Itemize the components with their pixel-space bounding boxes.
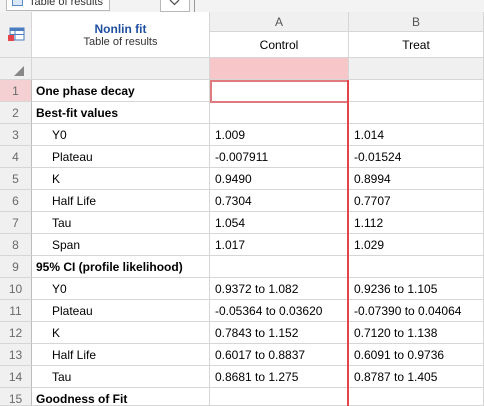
header-corner <box>0 12 32 58</box>
cell-a[interactable]: 1.009 <box>210 124 349 146</box>
cell-b[interactable]: -0.07390 to 0.04064 <box>349 300 484 322</box>
column-title-b[interactable]: Treat <box>349 32 484 58</box>
row-label[interactable]: K <box>32 322 210 344</box>
cell-b[interactable]: 0.9236 to 1.105 <box>349 278 484 300</box>
cell-a[interactable]: 0.9372 to 1.082 <box>210 278 349 300</box>
cell-a[interactable] <box>210 102 349 124</box>
sheet-tab[interactable]: Table of results <box>6 0 110 11</box>
row-number[interactable]: 2 <box>0 102 32 124</box>
page-subtitle: Table of results <box>83 36 158 48</box>
row-label[interactable]: K <box>32 168 210 190</box>
cell-b[interactable] <box>349 102 484 124</box>
cell-b[interactable]: 1.112 <box>349 212 484 234</box>
row-label[interactable]: Tau <box>32 366 210 388</box>
row-number[interactable]: 12 <box>0 322 32 344</box>
row-label[interactable]: Tau <box>32 212 210 234</box>
cell-a[interactable]: 1.054 <box>210 212 349 234</box>
row-label[interactable]: Goodness of Fit <box>32 388 210 406</box>
cell-b[interactable] <box>349 388 484 406</box>
page-title: Nonlin fit <box>94 22 147 36</box>
cell-b[interactable]: -0.01524 <box>349 146 484 168</box>
sheet-tab-dropdown-button[interactable] <box>160 0 190 12</box>
cell-b[interactable]: 1.014 <box>349 124 484 146</box>
table-title-header: Nonlin fit Table of results <box>32 12 210 58</box>
cell-a[interactable]: 0.7843 to 1.152 <box>210 322 349 344</box>
row-title-selector[interactable] <box>32 58 210 80</box>
column-a-selector[interactable] <box>210 58 349 80</box>
table-icon <box>12 0 23 6</box>
column-b-selector[interactable] <box>349 58 484 80</box>
row-label[interactable]: Plateau <box>32 146 210 168</box>
row-number[interactable]: 14 <box>0 366 32 388</box>
column-letter-a[interactable]: A <box>210 12 349 32</box>
selection-edge-line <box>347 80 349 406</box>
cell-b[interactable]: 1.029 <box>349 234 484 256</box>
cell-a[interactable]: 0.7304 <box>210 190 349 212</box>
table-layout-icon <box>8 27 25 41</box>
column-title-a[interactable]: Control <box>210 32 349 58</box>
row-number[interactable]: 6 <box>0 190 32 212</box>
cell-a[interactable]: 0.6017 to 0.8837 <box>210 344 349 366</box>
cell-b[interactable] <box>349 256 484 278</box>
cell-b[interactable]: 0.7707 <box>349 190 484 212</box>
row-label[interactable]: 95% CI (profile likelihood) <box>32 256 210 278</box>
row-label[interactable]: Half Life <box>32 190 210 212</box>
row-number[interactable]: 11 <box>0 300 32 322</box>
cell-b[interactable] <box>349 80 484 102</box>
cell-b[interactable]: 0.8994 <box>349 168 484 190</box>
row-label[interactable]: Best-fit values <box>32 102 210 124</box>
row-number[interactable]: 3 <box>0 124 32 146</box>
corner-triangle-icon <box>14 66 24 76</box>
row-label[interactable]: Y0 <box>32 124 210 146</box>
row-number[interactable]: 9 <box>0 256 32 278</box>
row-number[interactable]: 5 <box>0 168 32 190</box>
row-number[interactable]: 7 <box>0 212 32 234</box>
cell-a[interactable]: -0.05364 to 0.03620 <box>210 300 349 322</box>
row-label[interactable]: Span <box>32 234 210 256</box>
column-letter-b[interactable]: B <box>349 12 484 32</box>
cell-a[interactable]: 0.8681 to 1.275 <box>210 366 349 388</box>
row-number[interactable]: 8 <box>0 234 32 256</box>
row-number[interactable]: 15 <box>0 388 32 406</box>
tab-separator <box>194 0 195 12</box>
active-cell-outline <box>210 80 349 103</box>
row-number[interactable]: 10 <box>0 278 32 300</box>
row-label[interactable]: One phase decay <box>32 80 210 102</box>
chevron-down-icon <box>169 0 180 6</box>
row-number[interactable]: 1 <box>0 80 32 102</box>
cell-b[interactable]: 0.8787 to 1.405 <box>349 366 484 388</box>
cell-a[interactable]: -0.007911 <box>210 146 349 168</box>
row-number[interactable]: 4 <box>0 146 32 168</box>
cell-a[interactable] <box>210 388 349 406</box>
row-label[interactable]: Plateau <box>32 300 210 322</box>
row-label[interactable]: Half Life <box>32 344 210 366</box>
cell-b[interactable]: 0.6091 to 0.9736 <box>349 344 484 366</box>
sheet-tab-label: Table of results <box>29 0 103 8</box>
row-label[interactable]: Y0 <box>32 278 210 300</box>
select-all-corner[interactable] <box>0 58 32 80</box>
cell-a[interactable] <box>210 256 349 278</box>
cell-a[interactable]: 0.9490 <box>210 168 349 190</box>
cell-b[interactable]: 0.7120 to 1.138 <box>349 322 484 344</box>
cell-a[interactable]: 1.017 <box>210 234 349 256</box>
row-number[interactable]: 13 <box>0 344 32 366</box>
